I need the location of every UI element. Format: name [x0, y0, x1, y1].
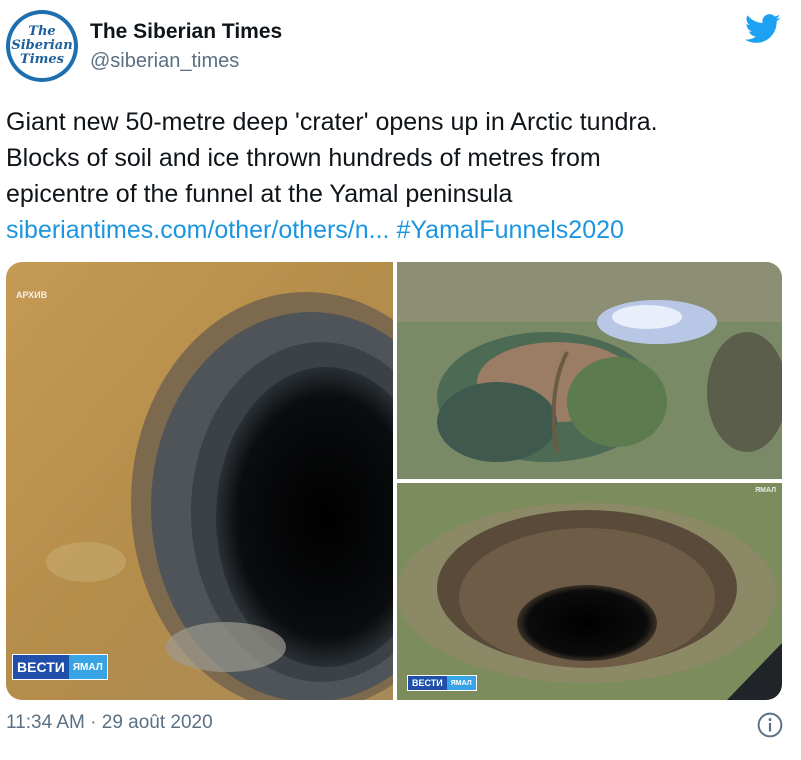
- avatar-logo-line: The: [28, 24, 56, 39]
- vesti-logo-sub: ЯМАЛ: [68, 655, 107, 679]
- photo-watermark: АРХИВ: [16, 290, 48, 300]
- avatar-logo: The Siberian Times: [10, 14, 74, 78]
- vesti-logo-sub: ЯМАЛ: [446, 676, 476, 690]
- author-name[interactable]: The Siberian Times: [90, 20, 282, 44]
- photo-crater-closeup[interactable]: АРХИВ ВЕСТИ ЯМАЛ: [6, 262, 393, 700]
- vesti-logo-main: ВЕСТИ: [13, 655, 69, 679]
- author-block[interactable]: The Siberian Times @siberian_times: [90, 20, 282, 73]
- vesti-yamal-logo: ВЕСТИ ЯМАЛ: [12, 654, 108, 680]
- photo-aerial-mound[interactable]: [397, 262, 782, 479]
- tweet-line: epicentre of the funnel at the Yamal pen…: [6, 180, 513, 208]
- tweet-link[interactable]: siberiantimes.com/other/others/n...: [6, 216, 390, 244]
- tweet-text: Giant new 50-metre deep 'crater' opens u…: [6, 104, 786, 248]
- author-handle[interactable]: @siberian_times: [90, 50, 282, 73]
- tweet-line: Blocks of soil and ice thrown hundreds o…: [6, 144, 601, 172]
- twitter-bird-icon[interactable]: [745, 14, 781, 44]
- vesti-yamal-logo: ВЕСТИ ЯМАЛ: [407, 675, 477, 691]
- tweet-line: Giant new 50-metre deep 'crater' opens u…: [6, 108, 658, 136]
- hashtag-link[interactable]: #YamalFunnels2020: [396, 216, 623, 244]
- photo-watermark: ЯМАЛ: [755, 487, 776, 494]
- media-grid: АРХИВ ВЕСТИ ЯМАЛ ЯМАЛ ВЕСТИ ЯМАЛ: [6, 262, 782, 700]
- info-icon[interactable]: [757, 712, 783, 738]
- vesti-logo-main: ВЕСТИ: [408, 676, 447, 690]
- photo-crater-wide[interactable]: ЯМАЛ ВЕСТИ ЯМАЛ: [397, 483, 782, 700]
- avatar[interactable]: The Siberian Times: [6, 10, 78, 82]
- tweet-timestamp[interactable]: 11:34 AM · 29 août 2020: [6, 712, 213, 734]
- avatar-logo-line: Siberian: [11, 38, 73, 53]
- tweet-links-line: siberiantimes.com/other/others/n... #Yam…: [6, 212, 786, 248]
- avatar-logo-line: Times: [20, 52, 64, 67]
